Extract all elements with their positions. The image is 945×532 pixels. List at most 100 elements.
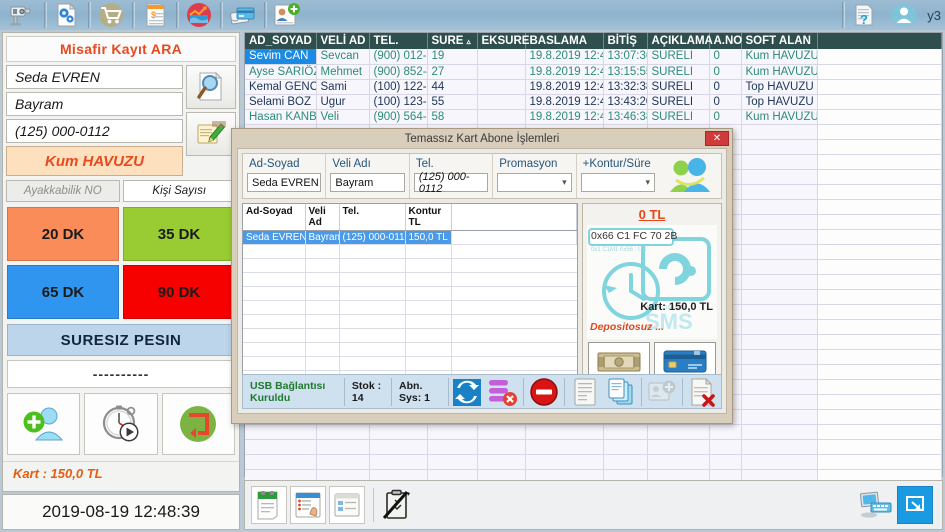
empty-cell — [817, 334, 942, 350]
list-document-icon[interactable] — [567, 375, 603, 408]
empty-cell — [817, 304, 942, 320]
cell-soft-alan: Kum HAVUZU — [741, 64, 818, 80]
add-user-icon[interactable] — [268, 1, 306, 29]
empty-cell — [741, 289, 818, 305]
empty-cell — [243, 286, 306, 301]
table-row[interactable]: Selami BOZUgur(100) 123-564655 19.8.2019 … — [245, 94, 942, 110]
add-member-icon[interactable] — [7, 393, 81, 455]
cell-soft-alan: Kum HAVUZU — [741, 49, 818, 65]
col-soft-alan[interactable]: SOFT ALAN — [741, 33, 818, 49]
cell-ano: 0 — [709, 79, 742, 95]
cell-sure: 27 — [427, 64, 478, 80]
duration-button-65dk[interactable]: 65 DK — [7, 265, 119, 319]
subcol-ad-soyad[interactable]: Ad-Soyad — [243, 204, 306, 231]
settings-document-icon[interactable] — [48, 1, 86, 29]
edit-pencil-icon[interactable] — [186, 112, 236, 156]
delete-records-icon[interactable] — [485, 375, 521, 408]
table-row[interactable]: Sevim CANSevcan(900) 012-132319 19.8.2019… — [245, 49, 942, 65]
col-veli-ad[interactable]: VELİ AD — [316, 33, 370, 49]
cell-bitis: 13:07:36 — [603, 49, 648, 65]
empty-cell — [305, 244, 340, 259]
cell-eksure — [477, 109, 526, 125]
label-kontur-sure: +Kontur/Süre — [582, 158, 651, 170]
table-row[interactable]: Hasan KANBERVeli(900) 564-565558 19.8.201… — [245, 109, 942, 125]
shoe-no-input[interactable]: Ayakkabilik NO — [6, 180, 120, 202]
subcol-kontur-tl[interactable]: Kontur TL — [405, 204, 452, 231]
col-aciklama[interactable]: AÇIKLAMA — [647, 33, 713, 49]
exit-return-icon[interactable] — [161, 393, 235, 455]
invoice-icon[interactable]: $ — [136, 1, 174, 29]
shopping-cart-icon[interactable] — [92, 1, 130, 29]
col-bitis[interactable]: BİTİŞ — [603, 33, 648, 49]
payment-card-icon[interactable] — [224, 1, 262, 29]
green-report-icon[interactable] — [251, 486, 287, 524]
clipboard-pen-icon[interactable] — [379, 486, 415, 524]
table-row[interactable]: Kemal GENCERSami(100) 122-535644 19.8.201… — [245, 79, 942, 95]
label-veli-adi: Veli Adı — [332, 158, 371, 170]
subcell-ad-soyad: Seda EVREN — [243, 230, 306, 245]
empty-cell — [817, 274, 942, 290]
magnifier-document-icon[interactable] — [186, 65, 236, 109]
empty-cell — [316, 439, 370, 455]
refresh-sync-icon[interactable] — [449, 375, 485, 408]
empty-cell — [741, 439, 818, 455]
timer-start-icon[interactable] — [84, 393, 158, 455]
empty-cell — [405, 300, 452, 315]
col-ad-soyad[interactable]: AD_SOYAD — [245, 33, 317, 49]
input-veli-adi[interactable]: Bayram — [330, 173, 405, 192]
keyboard-computer-icon[interactable] — [858, 486, 894, 524]
duration-button-90dk[interactable]: 90 DK — [123, 265, 235, 319]
empty-cell — [451, 258, 577, 273]
col-tel[interactable]: TEL. — [369, 33, 428, 49]
delete-document-icon[interactable] — [685, 375, 721, 408]
modal-close-button[interactable]: ✕ — [705, 131, 729, 146]
empty-cell — [451, 244, 577, 259]
phone-input[interactable]: (125) 000-0112 — [6, 119, 183, 143]
modal-footer-bar: USB Bağlantısı Kuruldu Stok : 14 Abn. Sy… — [242, 374, 722, 409]
empty-cell — [741, 319, 818, 335]
stop-block-icon[interactable] — [526, 375, 562, 408]
user-avatar-icon[interactable] — [885, 1, 923, 29]
suresiz-pesin-button[interactable]: SURESIZ PESIN — [7, 324, 235, 356]
subscriber-row[interactable]: Seda EVRENBayram(125) 000-0112150,0 TL — [243, 230, 577, 245]
empty-cell — [525, 454, 604, 470]
cell-filler — [817, 49, 942, 65]
col-filler — [817, 33, 942, 49]
form-hand-icon[interactable] — [290, 486, 326, 524]
form-fields: Ad-Soyad Seda EVREN Veli Adı Bayram Tel.… — [243, 154, 659, 198]
col-eksure[interactable]: EKSURE — [477, 33, 529, 49]
restore-window-icon[interactable] — [897, 486, 933, 524]
help-document-icon[interactable]: ? — [846, 1, 884, 29]
chart-icon[interactable] — [180, 1, 218, 29]
col-ano[interactable]: A.NO — [709, 33, 742, 49]
col-baslama[interactable]: BASLAMA — [525, 33, 604, 49]
subcol-tel[interactable]: Tel. — [339, 204, 406, 231]
field-tel: Tel. (125) 000-0112 — [410, 154, 494, 198]
search-action-buttons — [186, 65, 236, 176]
duration-button-35dk[interactable]: 35 DK — [123, 207, 235, 261]
empty-cell — [451, 314, 577, 329]
col-sure[interactable]: SURE ▵ — [427, 33, 478, 49]
stok-label: Stok : 14 — [345, 377, 393, 406]
duration-button-20dk[interactable]: 20 DK — [7, 207, 119, 261]
select-promasyon[interactable]: ▾ — [497, 173, 572, 192]
cell-baslama: 19.8.2019 12:47:36 — [525, 49, 604, 65]
name-input[interactable]: Seda EVREN — [6, 65, 183, 89]
separator-dashes: ---------- — [7, 360, 235, 388]
modal-title-bar: Temassız Kart Abone İşlemleri ✕ — [232, 129, 732, 148]
subcol-veli-ad[interactable]: Veli Ad — [305, 204, 340, 231]
copy-pages-icon[interactable] — [603, 375, 639, 408]
camera-icon[interactable] — [4, 1, 42, 29]
add-card-icon[interactable] — [644, 375, 680, 408]
cell-ad-soyad: Kemal GENCER — [245, 79, 317, 95]
field-ad-soyad: Ad-Soyad Seda EVREN — [243, 154, 327, 198]
input-tel[interactable]: (125) 000-0112 — [413, 171, 489, 195]
list-window-icon[interactable] — [329, 486, 365, 524]
table-row[interactable]: Ayse SARIÖZMehmet(900) 852-456627 19.8.20… — [245, 64, 942, 80]
area-field[interactable]: Kum HAVUZU — [6, 146, 183, 176]
person-count-input[interactable]: Kişi Sayısı — [122, 180, 236, 202]
select-kontur-sure[interactable]: ▾ — [580, 173, 656, 192]
guardian-input[interactable]: Bayram — [6, 92, 183, 116]
empty-cell — [477, 424, 526, 440]
input-ad-soyad[interactable]: Seda EVREN — [247, 173, 322, 192]
